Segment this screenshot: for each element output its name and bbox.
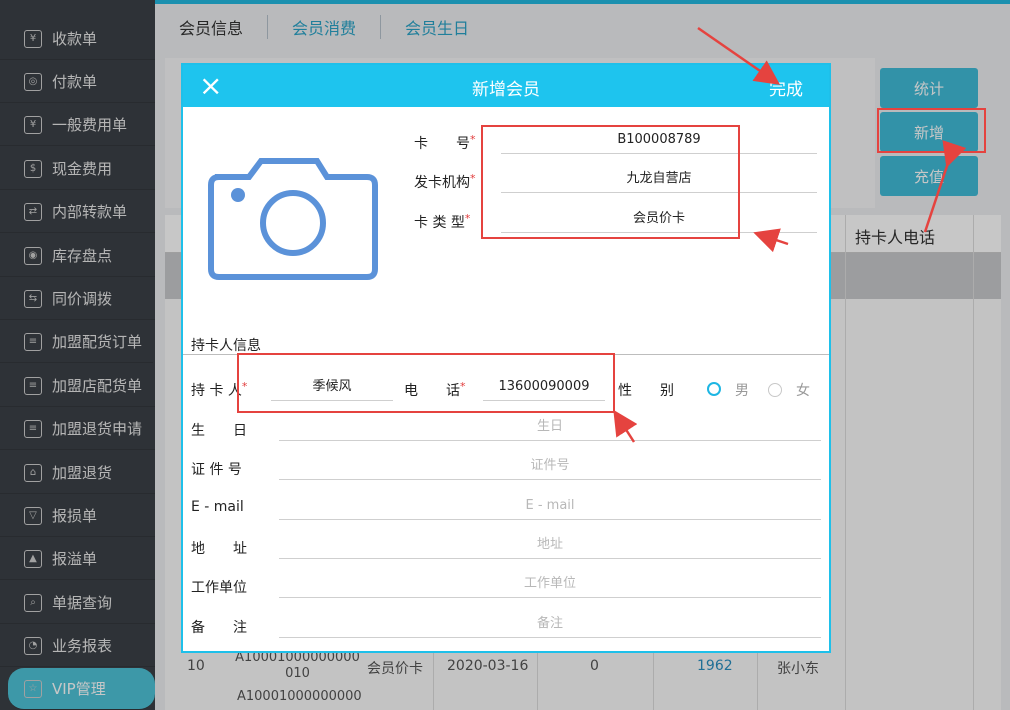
annotation-arrows xyxy=(613,26,967,443)
